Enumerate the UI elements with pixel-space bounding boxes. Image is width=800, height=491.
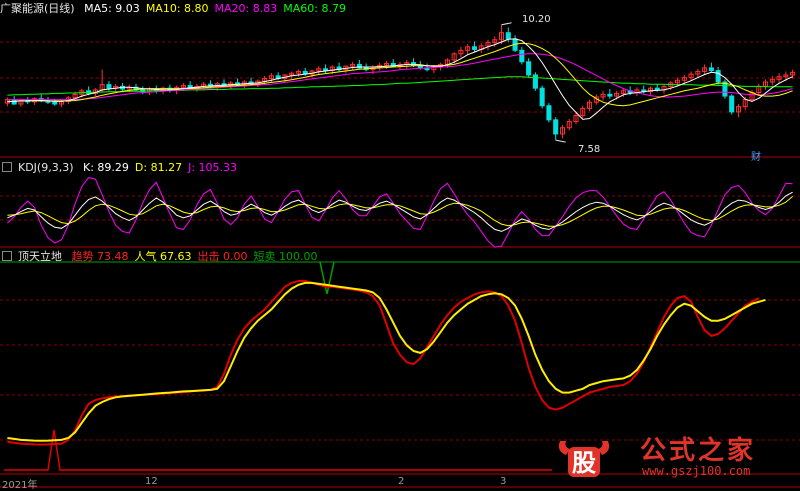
indicator-legend-item: 人气 67.63 (134, 250, 192, 263)
candle-body (519, 49, 525, 63)
indicator-legend: 趋势 73.48 人气 67.63 出击 0.00 短卖 100.00 (72, 250, 324, 263)
x-tick-label: 2 (398, 476, 405, 487)
high-price-label: 10.20 (522, 14, 551, 25)
ma-legend: MA5: 9.03 MA10: 8.80 MA20: 8.83 MA60: 8.79 (84, 2, 352, 15)
candle-body (708, 67, 714, 72)
watermark-logo-char: 股 (572, 449, 596, 477)
candle-body (539, 87, 545, 107)
panel-collapse-icon[interactable] (2, 162, 12, 172)
candle-body (526, 61, 532, 76)
x-tick-label: 12 (145, 476, 158, 487)
candle-body (323, 68, 329, 72)
kdj-d-line (7, 196, 793, 227)
main-header: 广聚能源(日线) MA5: 9.03 MA10: 8.80 MA20: 8.83 MA… (0, 2, 358, 16)
low-price-label: 7.58 (578, 144, 601, 155)
candle-body (546, 105, 552, 121)
kdj-legend-item: D: 81.27 (134, 161, 183, 174)
indicator-header: 顶天立地 趋势 73.48 人气 67.63 出击 0.00 短卖 100.00 (0, 250, 330, 264)
kdj-title: KDJ(9,3,3) (18, 161, 74, 174)
candle-body (715, 70, 721, 83)
x-tick-label: 2021年 (2, 480, 38, 491)
candle-body (729, 95, 735, 113)
indicator-title: 顶天立地 (18, 250, 62, 263)
kdj-legend: K: 89.29 D: 81.27 J: 105.33 (83, 161, 243, 174)
indicator-legend-item: 出击 0.00 (197, 250, 248, 263)
ma20-line (7, 53, 793, 101)
stock-chart[interactable] (0, 0, 800, 488)
candle-body (654, 87, 660, 91)
kdj-legend-item: K: 89.29 (83, 161, 129, 174)
financial-event-marker[interactable]: 财 (751, 148, 761, 163)
ma-legend-item: MA5: 9.03 (84, 2, 140, 15)
short-sell-spike (319, 261, 335, 295)
x-tick-label: 3 (500, 476, 507, 487)
ma-legend-item: MA20: 8.83 (214, 2, 278, 15)
watermark-url: www.gszj100.com (642, 464, 751, 478)
candle-body (532, 74, 538, 89)
candle-body (52, 101, 58, 105)
panel-collapse-icon[interactable] (2, 251, 12, 261)
watermark-title: 公式之家 (640, 436, 757, 466)
ma-legend-item: MA10: 8.80 (145, 2, 209, 15)
ma60-line (7, 76, 793, 96)
ma-legend-item: MA60: 8.79 (283, 2, 346, 15)
stock-title: 广聚能源(日线) (0, 2, 75, 15)
indicator-legend-item: 趋势 73.48 (71, 250, 129, 263)
indicator-legend-item: 短卖 100.00 (253, 250, 318, 263)
ma5-line (7, 38, 793, 120)
watermark-logo: 股 (558, 441, 610, 477)
kdj-legend-item: J: 105.33 (188, 161, 238, 174)
candle-body (471, 46, 477, 50)
candle-body (722, 81, 728, 97)
attack-line (4, 429, 552, 471)
high-marker (501, 22, 512, 26)
candle-body (607, 93, 613, 97)
candle-body (106, 84, 112, 89)
candle-body (505, 32, 511, 40)
popularity-line (7, 281, 766, 442)
low-marker (555, 139, 566, 143)
candle-body (553, 119, 559, 135)
kdj-header: KDJ(9,3,3) K: 89.29 D: 81.27 J: 105.33 (0, 161, 249, 175)
